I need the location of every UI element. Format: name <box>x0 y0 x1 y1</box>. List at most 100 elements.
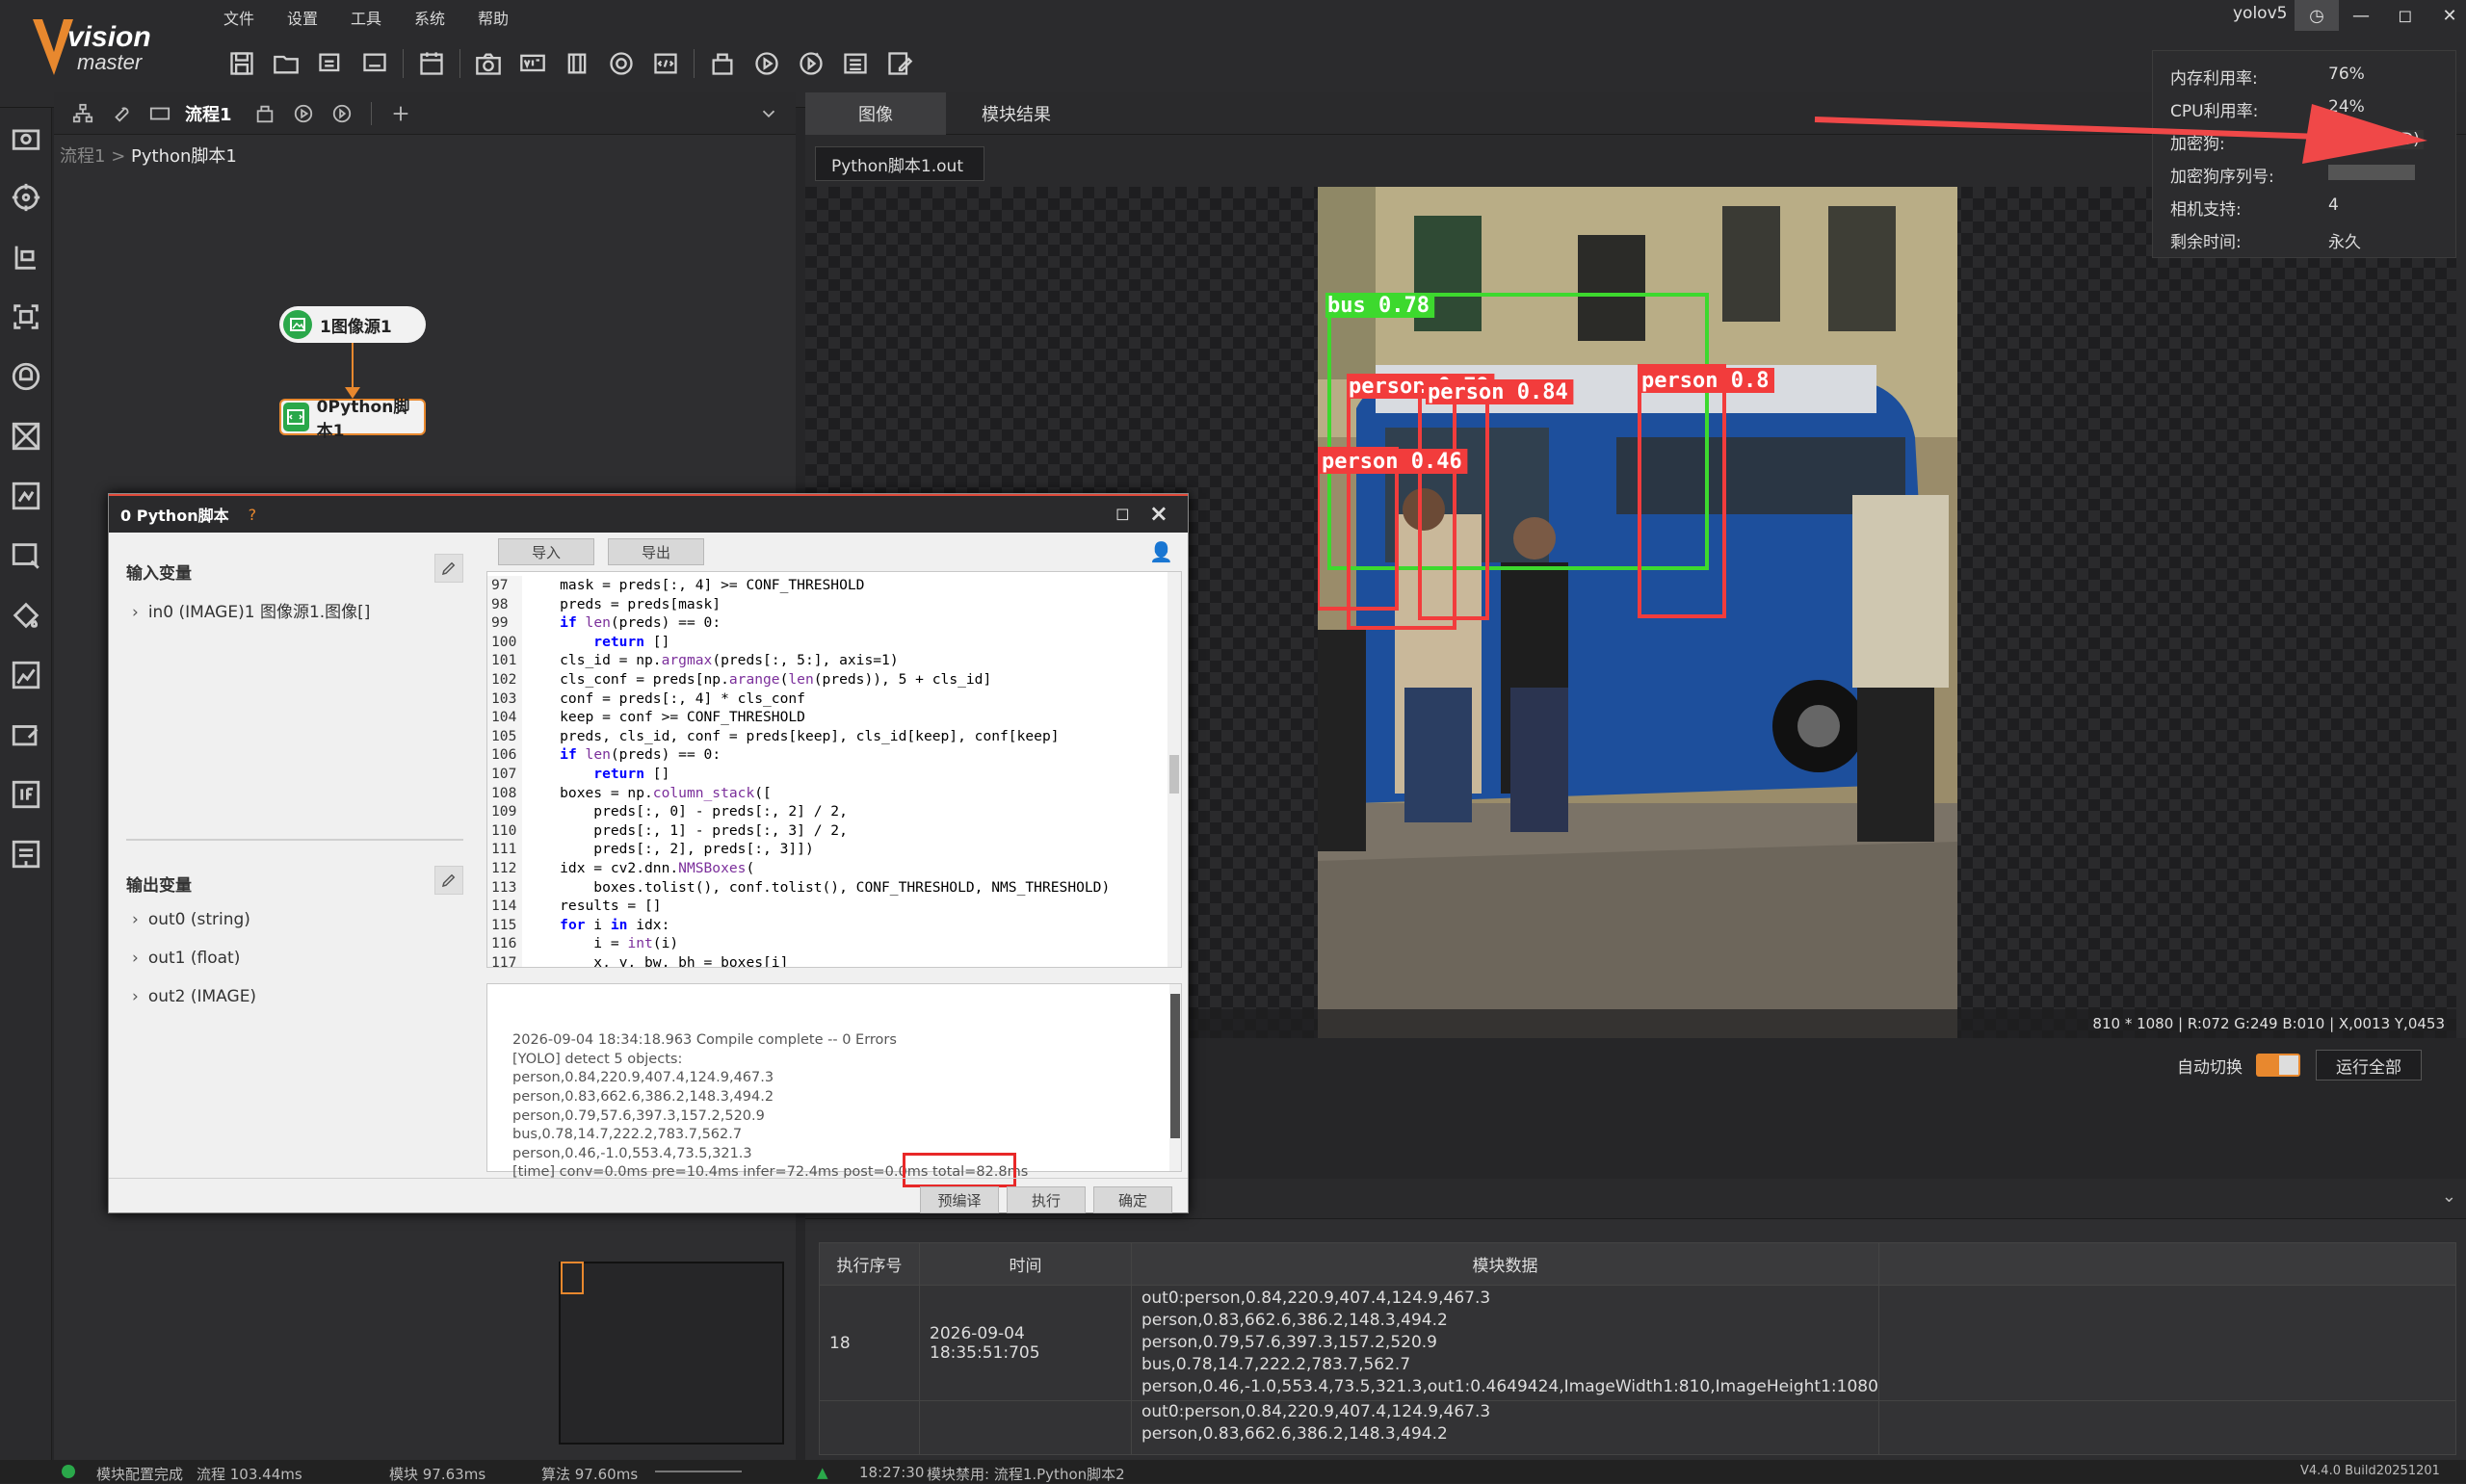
flow-dropdown-icon[interactable] <box>749 94 788 133</box>
calibration-icon[interactable] <box>0 406 52 466</box>
breadcrumb-root[interactable]: 流程1 <box>60 146 105 167</box>
auto-switch-toggle[interactable] <box>2256 1054 2300 1077</box>
precompile-button[interactable]: 预编译 <box>920 1186 999 1213</box>
if-icon[interactable] <box>0 765 52 824</box>
variable-icon[interactable] <box>511 46 555 81</box>
deep-learning-icon[interactable] <box>0 347 52 406</box>
run-once-icon[interactable] <box>745 46 789 81</box>
minimap-viewport[interactable] <box>561 1262 584 1294</box>
dialog-maximize-button[interactable]: ◻ <box>1115 504 1130 524</box>
collapse-icon[interactable]: ⌄ <box>2442 1186 2456 1207</box>
line-number: 111 <box>491 841 517 858</box>
status-time: 18:27:30 <box>859 1464 925 1481</box>
run-loop-icon[interactable] <box>789 46 833 81</box>
maximize-button[interactable]: ◻ <box>2383 0 2427 31</box>
var-icon[interactable] <box>141 94 179 133</box>
global-trigger-icon[interactable] <box>555 46 599 81</box>
ui-icon[interactable] <box>246 94 284 133</box>
color-process-icon[interactable] <box>0 586 52 645</box>
flow-loop-icon[interactable] <box>323 94 361 133</box>
calendar-icon[interactable] <box>409 46 454 81</box>
line-number: 103 <box>491 690 517 707</box>
ui-designer-icon[interactable] <box>700 46 745 81</box>
status-bar: 模块配置完成 流程 103.44ms 模块 97.63ms 算法 97.60ms… <box>0 1460 2466 1483</box>
log-scrollbar[interactable] <box>1169 984 1181 1171</box>
output-log[interactable]: 2026-09-04 18:34:18.963 Compile complete… <box>486 983 1182 1180</box>
flow-run-icon[interactable] <box>284 94 323 133</box>
confirm-button[interactable]: 确定 <box>1093 1186 1172 1213</box>
table-row[interactable]: out0:person,0.84,220.9,407.4,124.9,467.3… <box>819 1400 2457 1455</box>
clock-icon[interactable]: ◷ <box>2295 0 2339 31</box>
header-index[interactable]: 执行序号 <box>819 1242 920 1286</box>
camera-icon[interactable] <box>466 46 511 81</box>
flow-node-python-script[interactable]: 0Python脚本1 <box>279 398 426 441</box>
edit-input-icon[interactable] <box>434 554 463 583</box>
input-vars-header: 输入变量 <box>126 564 192 584</box>
import-icon[interactable] <box>353 46 397 81</box>
defect-detect-icon[interactable] <box>0 645 52 705</box>
save-as-icon[interactable] <box>308 46 353 81</box>
menu-help[interactable]: 帮助 <box>478 6 541 29</box>
help-icon[interactable]: ? <box>249 506 257 524</box>
output-var-item[interactable]: › out0 (string) <box>132 910 250 929</box>
line-number: 98 <box>491 595 509 612</box>
alignment-icon[interactable] <box>0 466 52 526</box>
detection-label: person 0.8 <box>1641 369 1769 393</box>
dialog-footer: 预编译 执行 确定 <box>109 1178 1188 1214</box>
add-flow-icon[interactable] <box>381 94 420 133</box>
close-button[interactable]: ✕ <box>2427 0 2466 31</box>
export-button[interactable]: 导出 <box>608 538 704 565</box>
flow-tab-title[interactable]: 流程1 <box>185 101 232 126</box>
minimize-button[interactable]: — <box>2339 0 2383 31</box>
script-icon[interactable] <box>643 46 688 81</box>
edit-doc-icon[interactable] <box>878 46 922 81</box>
communication-tool-icon[interactable] <box>0 824 52 884</box>
logic-tool-icon[interactable] <box>0 705 52 765</box>
recognize-icon[interactable] <box>0 287 52 347</box>
dialog-title: 0 Python脚本 <box>120 507 229 525</box>
username: yolov5 <box>2233 4 2288 23</box>
user-icon[interactable]: 👤 <box>1149 540 1173 563</box>
code-editor[interactable]: 97 98 99 100 101 102 103 104 105 106 107 108 109 110 1… <box>486 571 1182 968</box>
zoom-slider[interactable] <box>655 1471 742 1472</box>
import-button[interactable]: 导入 <box>498 538 594 565</box>
dialog-close-button[interactable]: × <box>1149 500 1168 527</box>
list-icon[interactable] <box>833 46 878 81</box>
measure-icon[interactable] <box>0 227 52 287</box>
header-blank <box>1877 1242 2457 1286</box>
image-source-icon[interactable] <box>0 108 52 168</box>
tab-image[interactable]: 图像 <box>805 92 946 135</box>
line-number: 116 <box>491 935 517 952</box>
table-row[interactable]: 18 2026-09-04 18:35:51:705 out0:person,0… <box>819 1285 2457 1401</box>
flow-node-image-source[interactable]: 1图像源1 <box>279 306 426 343</box>
cell-index <box>819 1400 920 1455</box>
image-process-icon[interactable] <box>0 526 52 586</box>
wrench-icon[interactable] <box>102 94 141 133</box>
line-number: 100 <box>491 633 517 650</box>
main-toolbar <box>220 46 922 81</box>
flow-tree-icon[interactable] <box>64 94 102 133</box>
save-icon[interactable] <box>220 46 264 81</box>
communication-icon[interactable] <box>599 46 643 81</box>
output-var-item[interactable]: › out2 (IMAGE) <box>132 987 256 1006</box>
flow-minimap[interactable] <box>559 1262 784 1445</box>
output-var-item[interactable]: › out1 (float) <box>132 949 240 968</box>
image-icon <box>283 310 312 339</box>
input-var-item[interactable]: › in0 (IMAGE)1 图像源1.图像[] <box>132 598 370 622</box>
run-all-button[interactable]: 运行全部 <box>2316 1050 2422 1080</box>
tab-module-results[interactable]: 模块结果 <box>946 92 1087 135</box>
menu-settings[interactable]: 设置 <box>287 6 351 29</box>
menu-file[interactable]: 文件 <box>223 6 287 29</box>
open-folder-icon[interactable] <box>264 46 308 81</box>
menu-system[interactable]: 系统 <box>414 6 478 29</box>
sysinfo-value: 永久 <box>2328 233 2361 252</box>
execute-button[interactable]: 执行 <box>1007 1186 1086 1213</box>
locate-icon[interactable] <box>0 168 52 227</box>
detection-image[interactable]: bus 0.78person 0.79person 0.84person 0.4… <box>1318 187 1957 1038</box>
output-image-select[interactable]: Python脚本1.out <box>815 146 984 181</box>
menu-tools[interactable]: 工具 <box>351 6 414 29</box>
header-module-data[interactable]: 模块数据 <box>1131 1242 1879 1286</box>
edit-output-icon[interactable] <box>434 866 463 895</box>
code-scrollbar[interactable] <box>1167 572 1181 967</box>
header-time[interactable]: 时间 <box>919 1242 1132 1286</box>
